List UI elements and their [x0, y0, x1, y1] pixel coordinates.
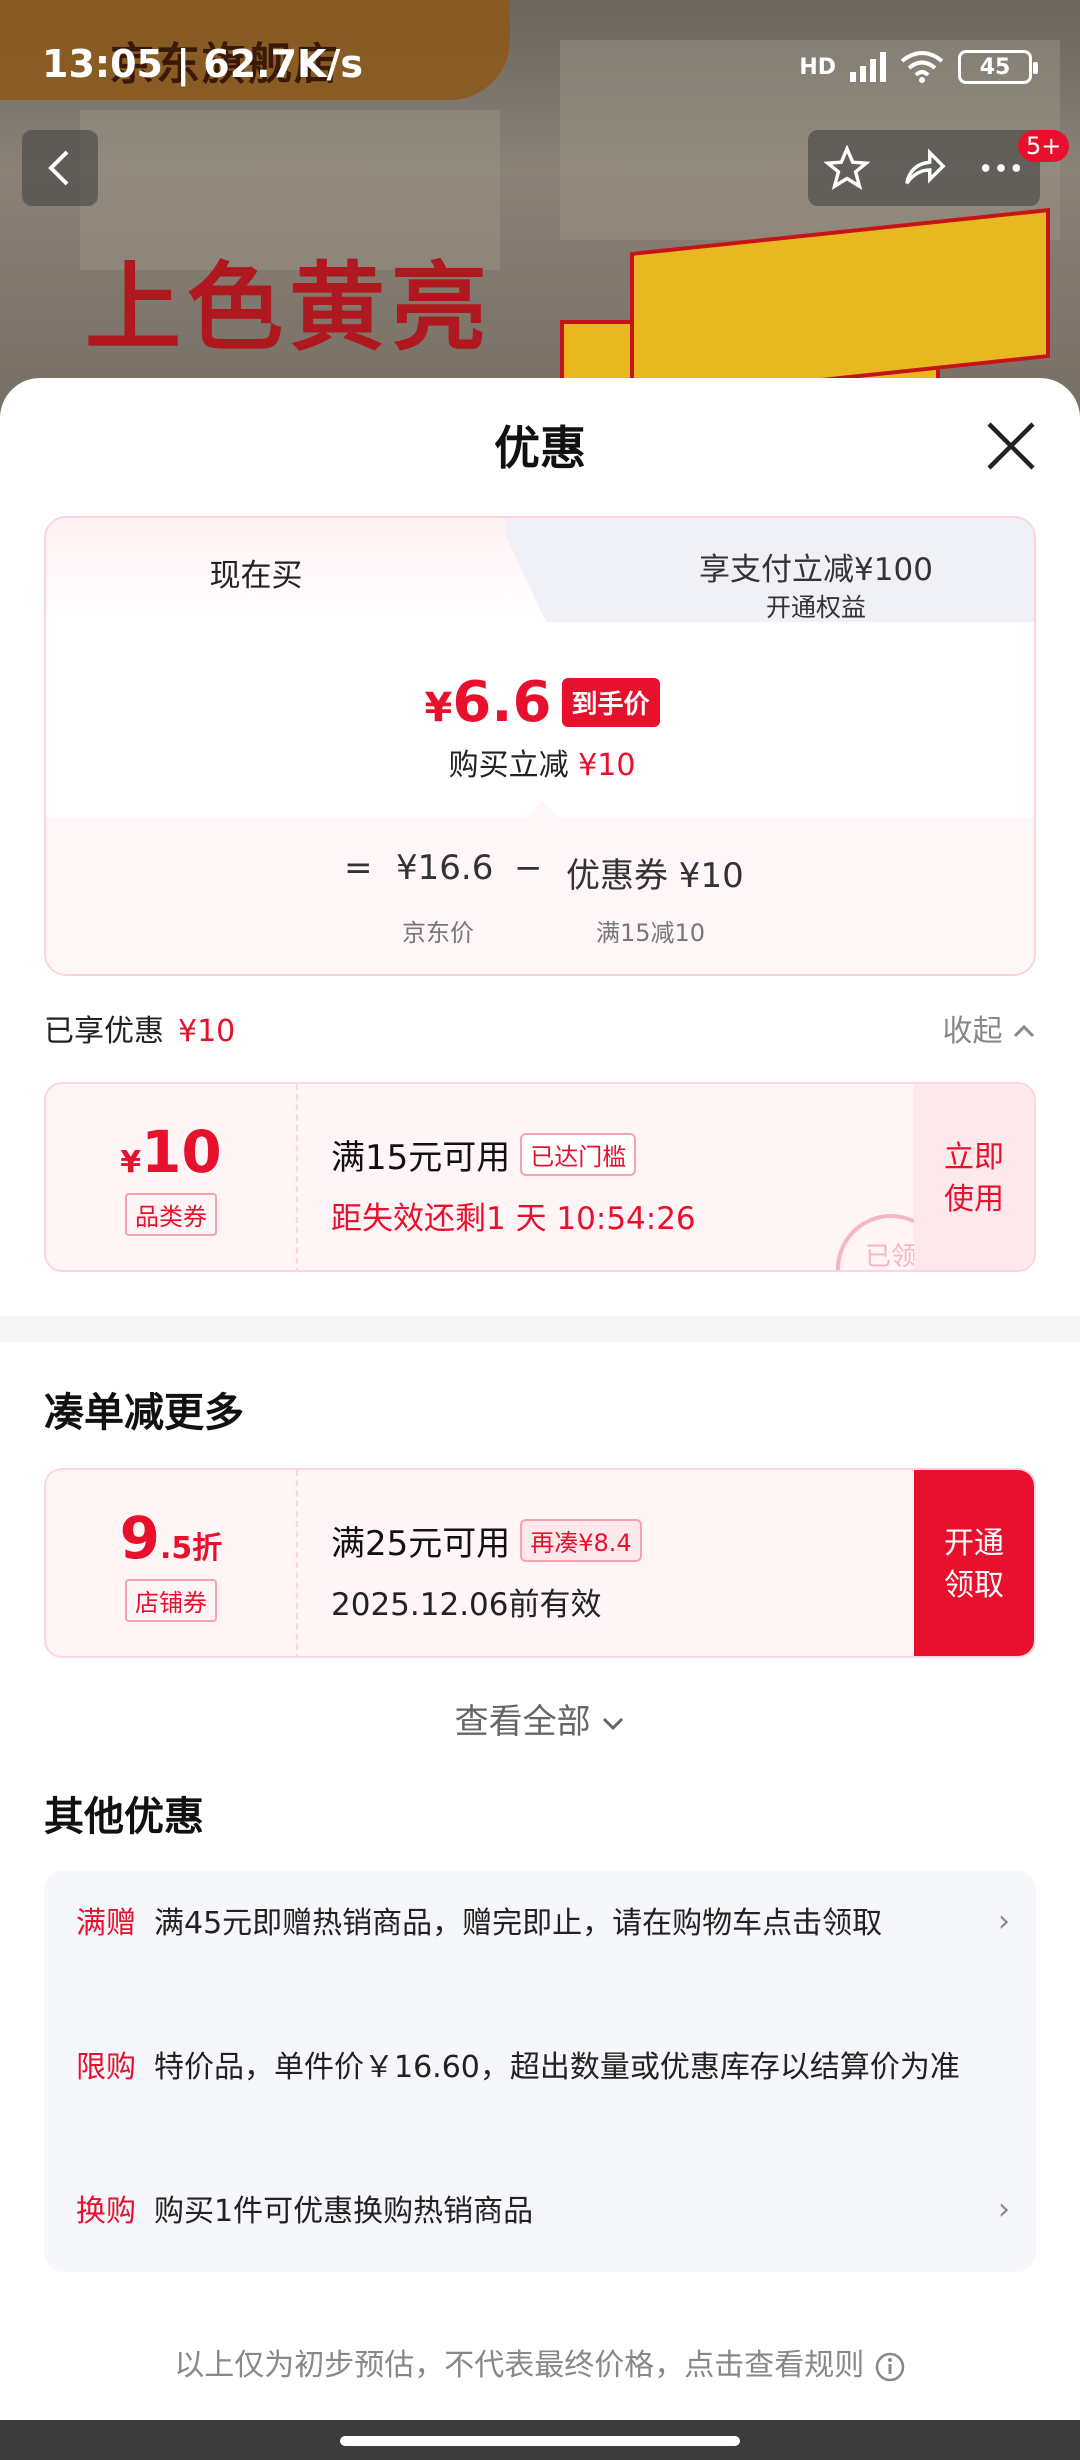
price-card: 现在买 享支付立减¥100 开通权益 ¥6.6 到手价 购买立减 ¥10 = ¥… — [44, 516, 1036, 976]
coupon-type: 店铺券 — [125, 1578, 217, 1622]
sheet-title: 优惠 — [494, 421, 586, 475]
info-icon — [875, 2352, 905, 2381]
offer-text: 满45元即赠热销商品，赠完即止，请在购物车点击领取 — [154, 1906, 883, 1941]
message-badge: 5+ — [1018, 130, 1070, 162]
calc-coupon-label: 满15减10 — [596, 919, 706, 947]
offer-key: 换购 — [76, 2194, 136, 2229]
offer-key: 限购 — [76, 2050, 136, 2085]
chevron-right-icon[interactable]: › — [998, 1904, 1010, 1939]
coupon-details: 满15元可用 已达门槛 距失效还剩1 天 10:54:26 — [331, 1130, 696, 1238]
coupon-value-area: ¥10 品类券 — [46, 1084, 298, 1270]
action-group — [808, 130, 1040, 206]
close-icon[interactable] — [985, 420, 1037, 472]
calc-jd-price: ¥16.6 — [396, 848, 494, 888]
offer-text: 购买1件可优惠换购热销商品 — [154, 2194, 534, 2229]
price-breakdown — [46, 818, 1034, 974]
coupon-value-area: 9.5折 店铺券 — [46, 1470, 298, 1656]
coupon-condition: 满25元可用 — [331, 1524, 511, 1564]
more-section-title: 凑单减更多 — [44, 1390, 244, 1436]
coupon-value: 9.5折 — [119, 1503, 223, 1572]
back-button[interactable] — [22, 130, 98, 206]
final-price: ¥6.6 — [424, 670, 552, 735]
activate-claim-button[interactable]: 开通领取 — [914, 1470, 1034, 1656]
battery-icon: 45 — [958, 50, 1038, 84]
calc-equals: = — [344, 848, 373, 888]
coupon-status-pill: 已达门槛 — [520, 1133, 637, 1176]
offer-item-exchange[interactable]: 换购 购买1件可优惠换购热销商品 — [76, 2190, 976, 2234]
network-label: HD — [799, 54, 836, 80]
coupon-details: 满25元可用 再凑¥8.4 2025.12.06前有效 — [331, 1516, 642, 1624]
disclaimer-link[interactable]: 以上仅为初步预估，不代表最终价格，点击查看规则 — [0, 2340, 1080, 2384]
view-all-button[interactable]: 查看全部 — [0, 1694, 1080, 1743]
wifi-icon — [900, 51, 944, 83]
collapse-button[interactable]: 收起 — [942, 1006, 1036, 1050]
product-slogan: 上色黄亮 — [85, 252, 493, 364]
coupon-countdown: 距失效还剩1 天 10:54:26 — [331, 1201, 696, 1237]
coupon-type: 品类券 — [125, 1192, 217, 1236]
chevron-down-icon — [603, 1717, 624, 1731]
final-price-row: ¥6.6 到手价 — [46, 670, 1034, 735]
offer-text: 特价品，单件价￥16.60，超出数量或优惠库存以结算价为准 — [154, 2050, 960, 2085]
chevron-up-icon — [1013, 1024, 1035, 1038]
back-arrow-icon — [48, 150, 69, 186]
coupon-card-category: ¥10 品类券 满15元可用 已达门槛 距失效还剩1 天 10:54:26 已领 … — [44, 1082, 1036, 1272]
use-now-button[interactable]: 立即使用 — [914, 1084, 1034, 1270]
coupon-card-store: 9.5折 店铺券 满25元可用 再凑¥8.4 2025.12.06前有效 开通领取 — [44, 1468, 1036, 1658]
calc-coupon: 优惠券 ¥10 — [566, 856, 744, 896]
coupon-expiry: 2025.12.06前有效 — [331, 1587, 602, 1623]
battery-level: 45 — [979, 54, 1011, 80]
tab-pay-discount-sub: 开通权益 — [765, 593, 866, 622]
instant-discount: 购买立减 ¥10 — [448, 748, 636, 783]
status-icons: HD 45 — [799, 50, 1038, 84]
offer-item-limit: 限购 特价品，单件价￥16.60，超出数量或优惠库存以结算价为准 — [76, 2046, 976, 2090]
other-section-title: 其他优惠 — [44, 1794, 204, 1840]
tab-buy-now-label: 现在买 — [209, 558, 303, 594]
status-time: 13:05 | 62.7K/s — [42, 42, 363, 86]
home-indicator[interactable] — [340, 2436, 740, 2446]
coupon-condition: 满15元可用 — [331, 1138, 511, 1178]
chevron-right-icon[interactable]: › — [998, 2192, 1010, 2227]
signal-icon — [850, 52, 886, 82]
share-icon[interactable] — [901, 145, 947, 191]
final-price-tag: 到手价 — [561, 678, 660, 727]
other-offers-list: 满赠 满45元即赠热销商品，赠完即止，请在购物车点击领取 › 限购 特价品，单件价￥… — [44, 1870, 1036, 2272]
more-icon[interactable] — [978, 145, 1024, 191]
offer-item-gift[interactable]: 满赠 满45元即赠热销商品，赠完即止，请在购物车点击领取 — [76, 1902, 976, 1946]
favorite-star-icon[interactable] — [823, 145, 870, 191]
section-divider — [0, 1316, 1080, 1342]
coupon-gap-pill: 再凑¥8.4 — [520, 1519, 642, 1562]
enjoyed-discount: 已享优惠 ¥10 — [44, 1014, 236, 1049]
calc-minus: − — [514, 848, 543, 888]
offer-key: 满赠 — [76, 1906, 136, 1941]
calc-jd-label: 京东价 — [402, 919, 474, 947]
tab-pay-discount-label: 享支付立减¥100 — [699, 552, 933, 588]
coupon-value: ¥10 — [120, 1117, 222, 1186]
